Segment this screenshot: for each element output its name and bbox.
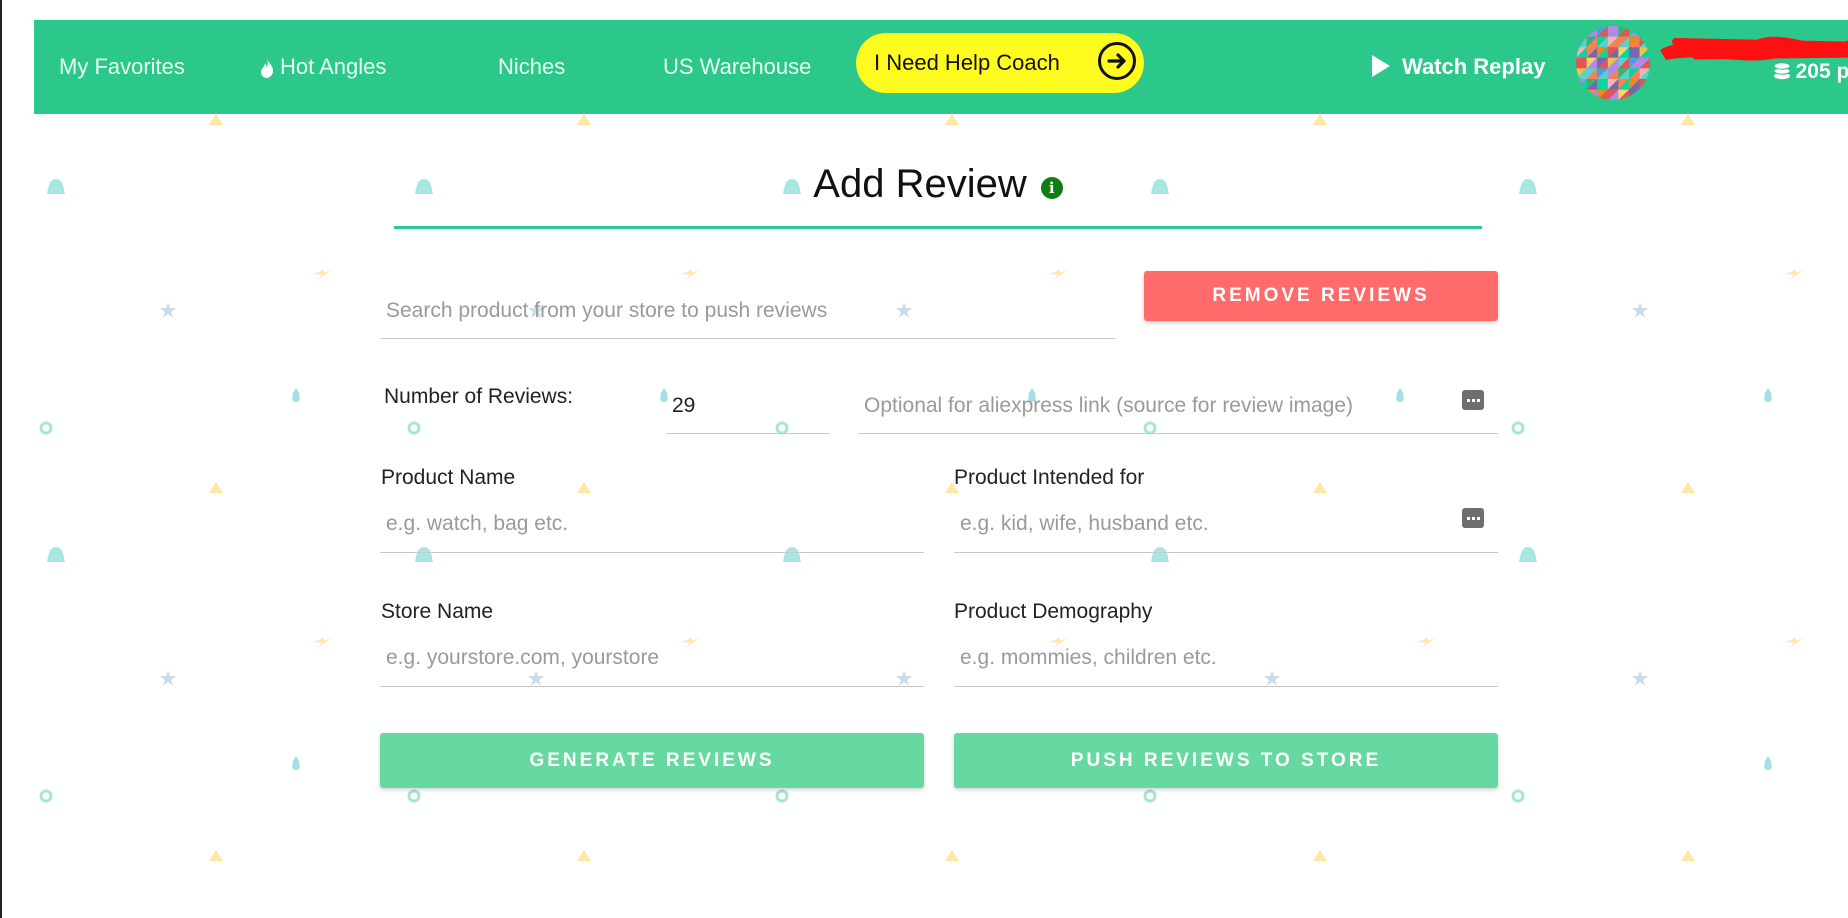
- points-badge: 205 pts: [1748, 60, 1848, 84]
- product-demography-input[interactable]: [954, 629, 1498, 686]
- product-demography-field: [954, 629, 1498, 687]
- product-search-field: [380, 283, 1116, 339]
- product-name-label: Product Name: [381, 466, 516, 489]
- nav-item-hot-angles[interactable]: Hot Angles: [260, 20, 386, 114]
- play-icon: [1372, 55, 1390, 77]
- remove-reviews-button[interactable]: REMOVE REVIEWS: [1144, 271, 1498, 321]
- product-name-field: [380, 495, 924, 553]
- number-of-reviews-label: Number of Reviews:: [384, 385, 574, 408]
- avatar[interactable]: [1576, 26, 1650, 100]
- aliexpress-link-field: [858, 378, 1498, 434]
- product-intended-label: Product Intended for: [954, 466, 1145, 489]
- store-name-input[interactable]: [380, 629, 924, 686]
- number-of-reviews-field: [666, 378, 830, 434]
- help-coach-button[interactable]: I Need Help Coach: [856, 33, 1144, 93]
- page-title-section: Add Review i: [394, 150, 1482, 229]
- generate-reviews-button[interactable]: GENERATE REVIEWS: [380, 733, 924, 788]
- product-intended-input[interactable]: [954, 495, 1498, 552]
- nav-item-niches[interactable]: Niches: [498, 20, 565, 114]
- nav-item-us-warehouse[interactable]: US Warehouse: [663, 20, 811, 114]
- store-name-field: [380, 629, 924, 687]
- watch-replay-button[interactable]: Watch Replay: [1372, 20, 1545, 114]
- arrow-right-circle-icon: [1098, 42, 1136, 80]
- push-reviews-button[interactable]: PUSH REVIEWS TO STORE: [954, 733, 1498, 788]
- nav-item-my-favorites[interactable]: My Favorites: [59, 20, 185, 114]
- more-options-icon[interactable]: [1462, 390, 1484, 410]
- info-icon[interactable]: i: [1040, 177, 1063, 199]
- product-name-input[interactable]: [380, 495, 924, 552]
- redacted-username: [1660, 36, 1848, 61]
- product-search-input[interactable]: [380, 283, 1116, 338]
- watch-replay-label: Watch Replay: [1402, 54, 1546, 79]
- coins-icon: [1773, 62, 1791, 80]
- nav-item-label: Hot Angles: [280, 54, 387, 79]
- product-demography-label: Product Demography: [954, 600, 1153, 623]
- background-pattern: [39, 20, 1803, 861]
- top-navbar: My Favorites Hot Angles Niches US Wareho…: [34, 20, 1848, 114]
- more-options-icon[interactable]: [1462, 508, 1484, 528]
- help-coach-label: I Need Help Coach: [874, 50, 1060, 75]
- aliexpress-link-input[interactable]: [858, 378, 1498, 433]
- flame-icon: [261, 58, 274, 79]
- points-value: 205 pts: [1795, 60, 1848, 83]
- number-of-reviews-input[interactable]: [666, 378, 830, 433]
- page-title: Add Review: [813, 162, 1027, 206]
- product-intended-field: [954, 495, 1498, 553]
- store-name-label: Store Name: [381, 600, 494, 623]
